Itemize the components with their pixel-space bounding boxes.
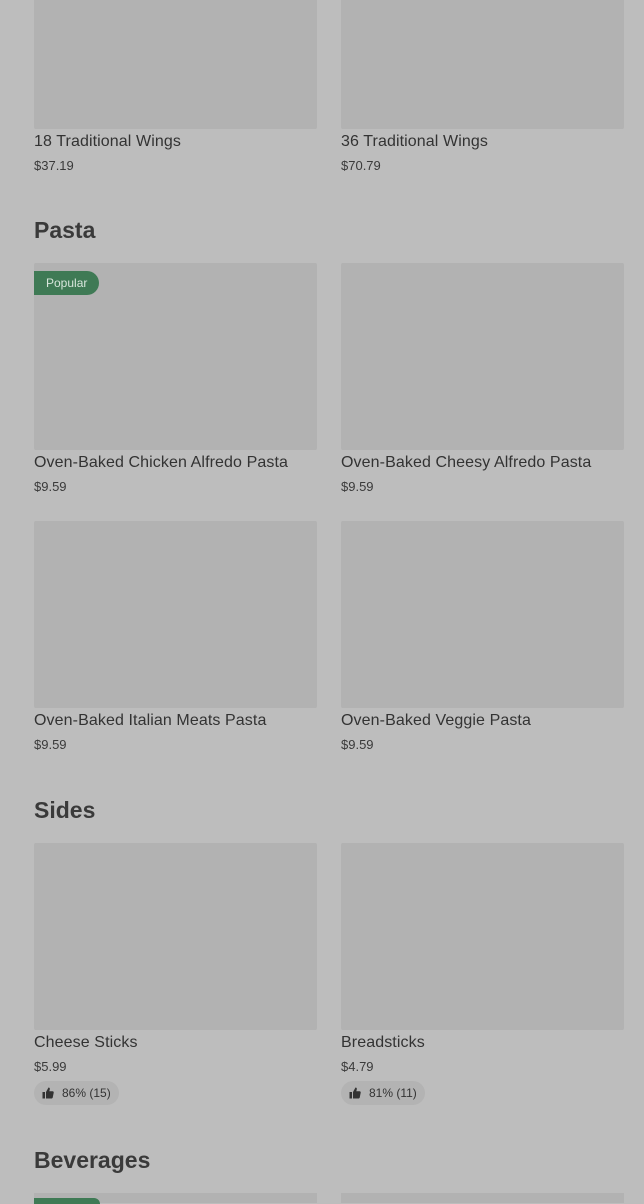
- item-name: Oven-Baked Cheesy Alfredo Pasta: [341, 454, 592, 471]
- item-price: $70.79: [341, 158, 381, 173]
- popular-badge: Popular: [34, 271, 100, 295]
- menu-item-card[interactable]: 36 Traditional Wings $70.79: [341, 0, 624, 173]
- item-image[interactable]: [34, 843, 317, 1030]
- item-image[interactable]: Popular: [34, 263, 317, 450]
- menu-item-card[interactable]: Oven-Baked Cheesy Alfredo Pasta $9.59: [341, 263, 624, 494]
- menu-item-card[interactable]: Oven-Baked Italian Meats Pasta $9.59: [34, 521, 317, 752]
- menu-item-card[interactable]: 18 Traditional Wings $37.19: [34, 0, 317, 173]
- rating-pill: 81% (11): [341, 1081, 425, 1105]
- item-name: 36 Traditional Wings: [341, 133, 488, 150]
- item-price: $9.59: [341, 479, 374, 494]
- item-image[interactable]: [34, 0, 317, 129]
- item-name: Oven-Baked Italian Meats Pasta: [34, 712, 267, 729]
- rating-pill: 86% (15): [34, 1081, 119, 1105]
- item-price: $37.19: [34, 158, 74, 173]
- item-image[interactable]: [341, 263, 624, 450]
- item-price: $4.79: [341, 1059, 374, 1074]
- section-title-pasta: Pasta: [34, 217, 96, 243]
- item-image[interactable]: [341, 1193, 624, 1203]
- thumbs-up-icon: [42, 1087, 54, 1099]
- menu-item-card[interactable]: Breadsticks $4.79 81% (11): [341, 843, 624, 1105]
- item-price: $9.59: [34, 479, 67, 494]
- menu-page: 18 Traditional Wings $37.19 36 Tradition…: [0, 0, 644, 1204]
- item-image[interactable]: [341, 521, 624, 708]
- item-name: Oven-Baked Chicken Alfredo Pasta: [34, 454, 289, 471]
- item-price: $9.59: [34, 737, 67, 752]
- popular-badge: [34, 1198, 100, 1204]
- item-price: $5.99: [34, 1059, 67, 1074]
- menu-item-card[interactable]: Oven-Baked Veggie Pasta $9.59: [341, 521, 624, 752]
- menu-item-card[interactable]: Popular Oven-Baked Chicken Alfredo Pasta…: [34, 263, 317, 494]
- item-name: Cheese Sticks: [34, 1034, 138, 1051]
- item-name: 18 Traditional Wings: [34, 133, 181, 150]
- menu-item-card[interactable]: Cheese Sticks $5.99 86% (15): [34, 843, 317, 1105]
- item-image[interactable]: [341, 843, 624, 1030]
- thumbs-up-icon: [349, 1087, 361, 1099]
- section-title-sides: Sides: [34, 797, 96, 823]
- item-name: Breadsticks: [341, 1034, 425, 1051]
- item-name: Oven-Baked Veggie Pasta: [341, 712, 531, 729]
- item-image[interactable]: [341, 0, 624, 129]
- rating-text: 81% (11): [369, 1086, 417, 1100]
- item-price: $9.59: [341, 737, 374, 752]
- section-title-beverages: Beverages: [34, 1147, 151, 1173]
- item-image[interactable]: [34, 521, 317, 708]
- rating-text: 86% (15): [62, 1086, 111, 1100]
